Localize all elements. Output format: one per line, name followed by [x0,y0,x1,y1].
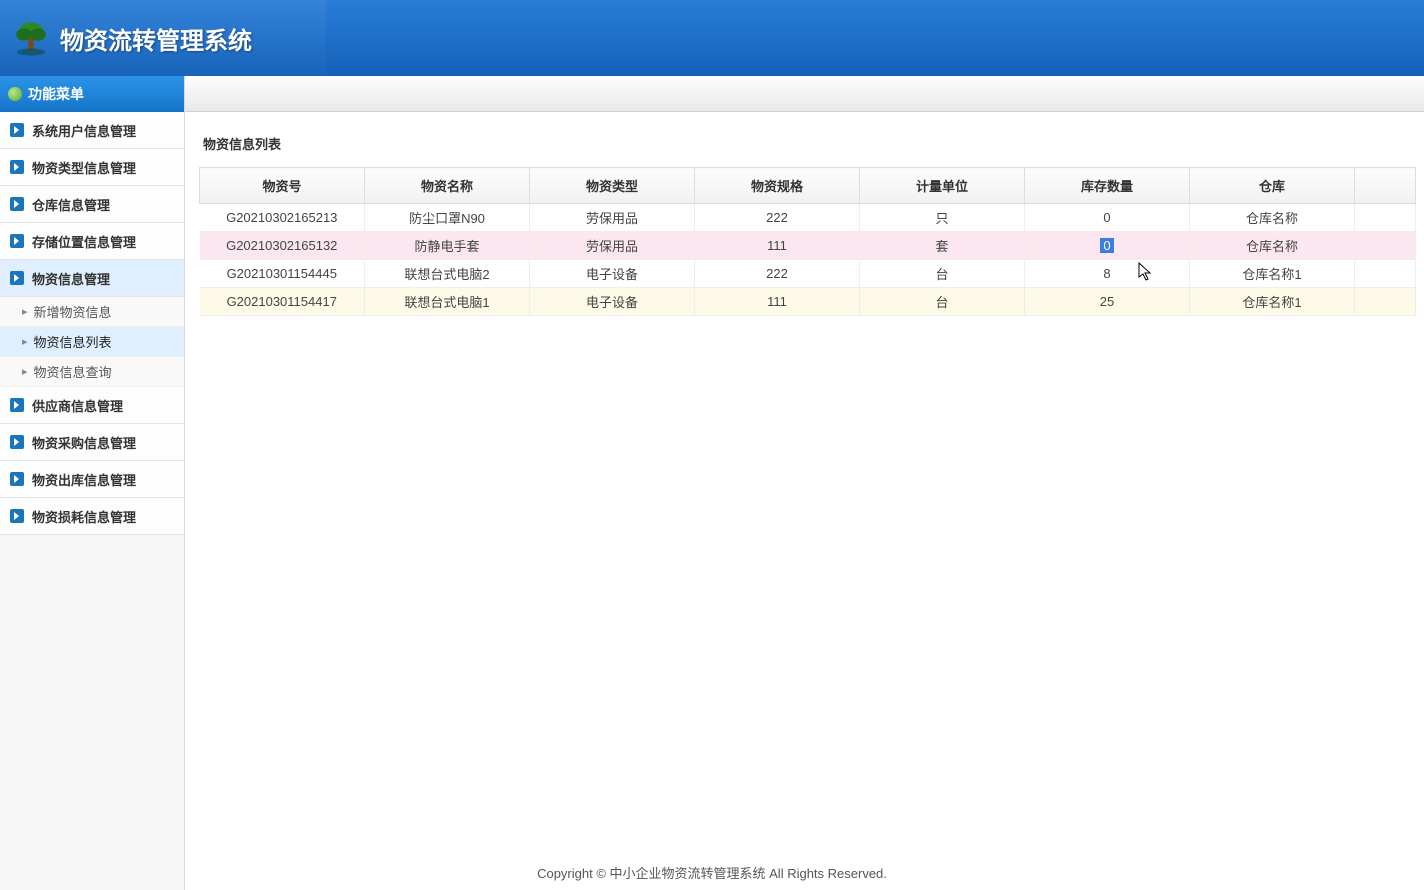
footer-text: Copyright © 中小企业物资流转管理系统 All Rights Rese… [0,863,1424,882]
cell-spec[interactable]: 222 [695,204,860,232]
col-header-spec[interactable]: 物资规格 [695,168,860,204]
logo-icon [10,17,52,59]
sidebar-item-3[interactable]: 存储位置信息管理 [0,223,184,260]
col-header-name[interactable]: 物资名称 [365,168,530,204]
cell-type[interactable]: 电子设备 [530,260,695,288]
sidebar-item-label: 物资出库信息管理 [32,470,136,489]
cell-id[interactable]: G20210301154445 [200,260,365,288]
table-row[interactable]: G20210301154445联想台式电脑2电子设备222台8仓库名称1 [200,260,1416,288]
sidebar-item-label: 物资采购信息管理 [32,433,136,452]
triangle-right-icon: ▸ [22,365,28,378]
col-header-id[interactable]: 物资号 [200,168,365,204]
sidebar-subitem-4-0[interactable]: ▸ 新增物资信息 [0,297,184,327]
sidebar-subitem-label: 物资信息查询 [34,362,112,381]
sidebar-item-2[interactable]: 仓库信息管理 [0,186,184,223]
sidebar-item-label: 供应商信息管理 [32,396,123,415]
cell-spec[interactable]: 111 [695,288,860,316]
cell-name[interactable]: 联想台式电脑1 [365,288,530,316]
sidebar-item-label: 物资损耗信息管理 [32,507,136,526]
sidebar-item-8[interactable]: 物资损耗信息管理 [0,498,184,535]
selected-cell-value: 0 [1100,238,1113,253]
cell-stock[interactable]: 0 [1025,232,1190,260]
sidebar: 功能菜单 系统用户信息管理物资类型信息管理仓库信息管理存储位置信息管理物资信息管… [0,76,185,890]
col-header-stock[interactable]: 库存数量 [1025,168,1190,204]
sidebar-item-label: 物资类型信息管理 [32,158,136,177]
sidebar-item-6[interactable]: 物资采购信息管理 [0,424,184,461]
col-header-unit[interactable]: 计量单位 [860,168,1025,204]
cell-wh[interactable]: 仓库名称 [1190,232,1355,260]
table-row[interactable]: G20210301154417联想台式电脑1电子设备111台25仓库名称1 [200,288,1416,316]
col-header-type[interactable]: 物资类型 [530,168,695,204]
panel-title: 物资信息列表 [199,126,1416,167]
cell-unit[interactable]: 套 [860,232,1025,260]
play-icon [10,123,24,137]
cell-extra [1355,260,1416,288]
sidebar-item-5[interactable]: 供应商信息管理 [0,387,184,424]
table-header-row: 物资号 物资名称 物资类型 物资规格 计量单位 库存数量 仓库 [200,168,1416,204]
play-icon [10,234,24,248]
sidebar-item-4[interactable]: 物资信息管理 [0,260,184,297]
cell-wh[interactable]: 仓库名称1 [1190,260,1355,288]
sidebar-item-label: 仓库信息管理 [32,195,110,214]
sidebar-title: 功能菜单 [28,84,84,104]
sidebar-subitem-4-1[interactable]: ▸ 物资信息列表 [0,327,184,357]
sidebar-header: 功能菜单 [0,76,184,112]
play-icon [10,435,24,449]
play-icon [10,160,24,174]
cell-name[interactable]: 防尘口罩N90 [365,204,530,232]
play-icon [10,271,24,285]
cell-extra [1355,232,1416,260]
sidebar-subitem-label: 新增物资信息 [34,302,112,321]
cell-type[interactable]: 电子设备 [530,288,695,316]
cell-extra [1355,288,1416,316]
table-row[interactable]: G20210302165132防静电手套劳保用品111套 0 仓库名称 [200,232,1416,260]
sidebar-item-label: 物资信息管理 [32,269,110,288]
col-header-wh[interactable]: 仓库 [1190,168,1355,204]
cell-name[interactable]: 联想台式电脑2 [365,260,530,288]
main-toolbar [185,76,1424,112]
cell-spec[interactable]: 222 [695,260,860,288]
cell-id[interactable]: G20210302165213 [200,204,365,232]
cell-spec[interactable]: 111 [695,232,860,260]
triangle-right-icon: ▸ [22,335,28,348]
sidebar-item-1[interactable]: 物资类型信息管理 [0,149,184,186]
sidebar-item-label: 系统用户信息管理 [32,121,136,140]
cell-unit[interactable]: 台 [860,260,1025,288]
cell-wh[interactable]: 仓库名称1 [1190,288,1355,316]
main-area: 物资信息列表 物资号 物资名称 物资类型 物资规格 计量单位 库存数量 仓库 G… [185,76,1424,890]
sidebar-item-7[interactable]: 物资出库信息管理 [0,461,184,498]
cell-unit[interactable]: 台 [860,288,1025,316]
sidebar-item-label: 存储位置信息管理 [32,232,136,251]
cell-type[interactable]: 劳保用品 [530,232,695,260]
cell-type[interactable]: 劳保用品 [530,204,695,232]
play-icon [10,197,24,211]
cell-extra [1355,204,1416,232]
sidebar-subitem-4-2[interactable]: ▸ 物资信息查询 [0,357,184,387]
cell-wh[interactable]: 仓库名称 [1190,204,1355,232]
cell-unit[interactable]: 只 [860,204,1025,232]
cell-name[interactable]: 防静电手套 [365,232,530,260]
cell-stock[interactable]: 0 [1025,204,1190,232]
cell-stock[interactable]: 25 [1025,288,1190,316]
col-header-extra [1355,168,1416,204]
play-icon [10,472,24,486]
cell-id[interactable]: G20210301154417 [200,288,365,316]
cell-stock[interactable]: 8 [1025,260,1190,288]
play-icon [10,398,24,412]
sidebar-subitem-label: 物资信息列表 [34,332,112,351]
app-header: 物资流转管理系统 [0,0,1424,76]
triangle-right-icon: ▸ [22,305,28,318]
table-row[interactable]: G20210302165213防尘口罩N90劳保用品222只0仓库名称 [200,204,1416,232]
materials-table: 物资号 物资名称 物资类型 物资规格 计量单位 库存数量 仓库 G2021030… [199,167,1416,316]
play-icon [10,509,24,523]
cell-id[interactable]: G20210302165132 [200,232,365,260]
sidebar-item-0[interactable]: 系统用户信息管理 [0,112,184,149]
globe-icon [8,87,22,101]
